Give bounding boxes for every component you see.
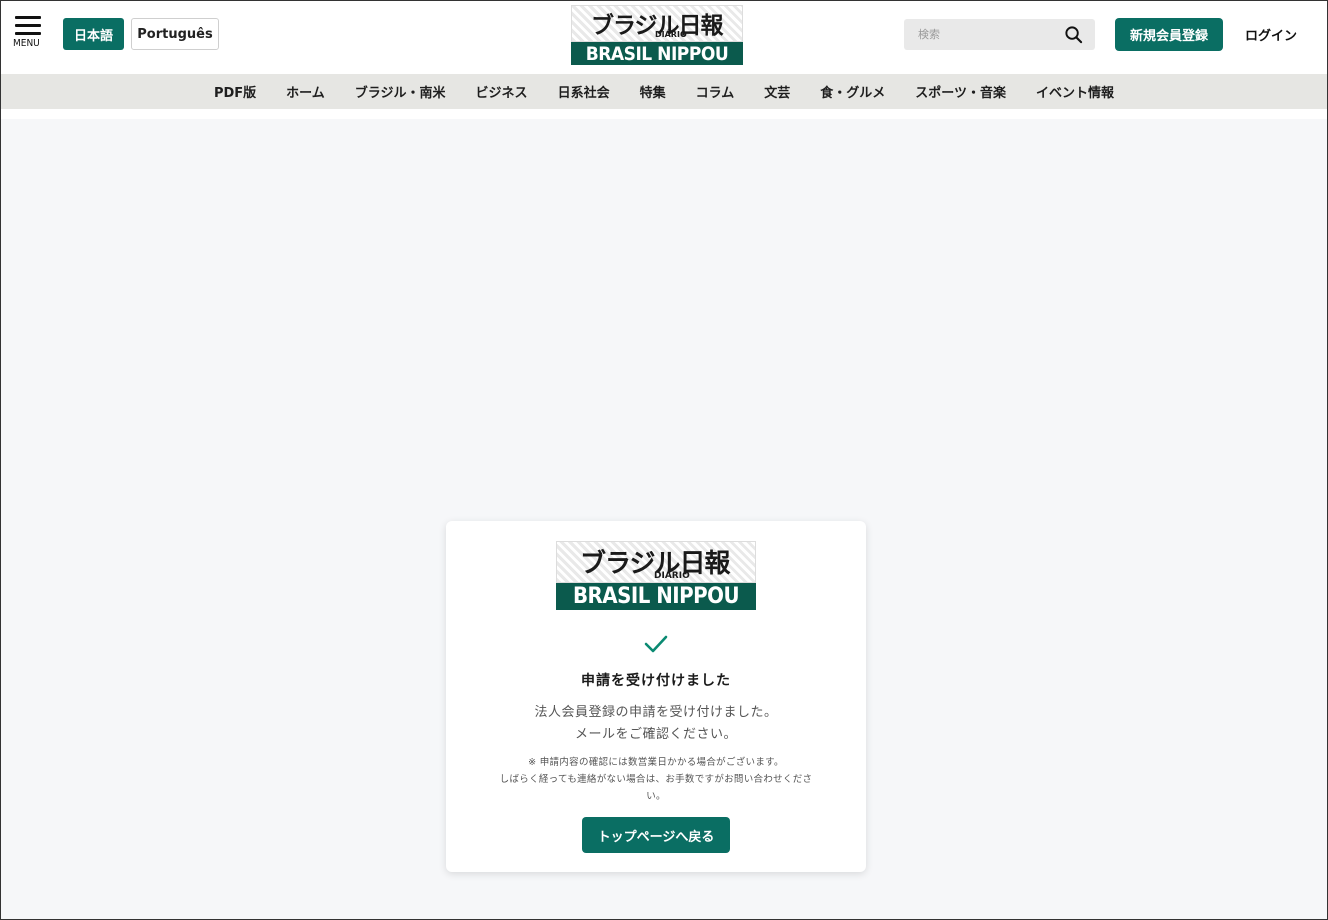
confirmation-title: 申請を受け付けました xyxy=(581,673,731,689)
logo-diario-text: DIÁRIO xyxy=(655,30,687,39)
confirmation-message: 法人会員登録の申請を受け付けました。 メールをご確認ください。 xyxy=(446,702,866,746)
logo-english-text: BRASIL NIPPOU xyxy=(571,42,743,65)
confirmation-message-line: メールをご確認ください。 xyxy=(574,727,737,742)
nav-item-sports-music[interactable]: スポーツ・音楽 xyxy=(900,82,1021,101)
confirmation-message-line: 法人会員登録の申請を受け付けました。 xyxy=(534,705,778,720)
note-line: しばらく経っても連絡がない場合は、お手数ですがお問い合わせくださ xyxy=(499,774,813,785)
main-nav: PDF版 ホーム ブラジル・南米 ビジネス 日系社会 特集 コラム 文芸 食・グ… xyxy=(1,74,1327,109)
nav-item-pdf[interactable]: PDF版 xyxy=(199,82,271,101)
nav-item-nikkei-society[interactable]: 日系社会 xyxy=(543,82,625,101)
hamburger-icon-bar xyxy=(15,32,41,35)
search-icon[interactable] xyxy=(1064,25,1083,44)
menu-label: MENU xyxy=(13,38,40,49)
page-frame: MENU 日本語 Português ブラジル日報 DIÁRIO BRASIL … xyxy=(0,0,1328,920)
check-icon xyxy=(644,635,668,653)
language-portuguese-button[interactable]: Português xyxy=(131,18,219,50)
note-line: ※ 申請内容の確認には数営業日かかる場合がございます。 xyxy=(528,757,784,768)
logo-diario-text: DIÁRIO xyxy=(654,571,690,581)
nav-spacer xyxy=(1,109,1327,119)
nav-item-events[interactable]: イベント情報 xyxy=(1021,82,1129,101)
search-input[interactable] xyxy=(904,19,1054,50)
nav-item-features[interactable]: 特集 xyxy=(625,82,681,101)
nav-item-business[interactable]: ビジネス xyxy=(461,82,543,101)
search-box xyxy=(904,19,1095,50)
nav-item-column[interactable]: コラム xyxy=(681,82,750,101)
hamburger-icon-bar xyxy=(15,16,41,19)
language-japanese-button[interactable]: 日本語 xyxy=(63,18,124,50)
menu-button[interactable]: MENU xyxy=(13,16,45,52)
nav-item-brazil-south-america[interactable]: ブラジル・南米 xyxy=(340,82,461,101)
logo-english-text: BRASIL NIPPOU xyxy=(556,583,756,610)
confirmation-note: ※ 申請内容の確認には数営業日かかる場合がございます。 しばらく経っても連絡がな… xyxy=(476,754,836,805)
card-logo: ブラジル日報 DIÁRIO BRASIL NIPPOU xyxy=(556,541,756,610)
nav-item-home[interactable]: ホーム xyxy=(271,82,340,101)
login-link[interactable]: ログイン xyxy=(1235,18,1307,51)
confirmation-card: ブラジル日報 DIÁRIO BRASIL NIPPOU 申請を受け付けました 法… xyxy=(446,521,866,872)
note-line: い。 xyxy=(646,791,666,802)
back-to-top-button[interactable]: トップページへ戻る xyxy=(582,817,730,853)
nav-item-food-gourmet[interactable]: 食・グルメ xyxy=(805,82,900,101)
site-header: MENU 日本語 Português ブラジル日報 DIÁRIO BRASIL … xyxy=(1,1,1327,74)
nav-item-literature[interactable]: 文芸 xyxy=(749,82,805,101)
register-button[interactable]: 新規会員登録 xyxy=(1115,18,1223,51)
hamburger-icon-bar xyxy=(15,24,41,27)
site-logo[interactable]: ブラジル日報 DIÁRIO BRASIL NIPPOU xyxy=(571,5,743,65)
